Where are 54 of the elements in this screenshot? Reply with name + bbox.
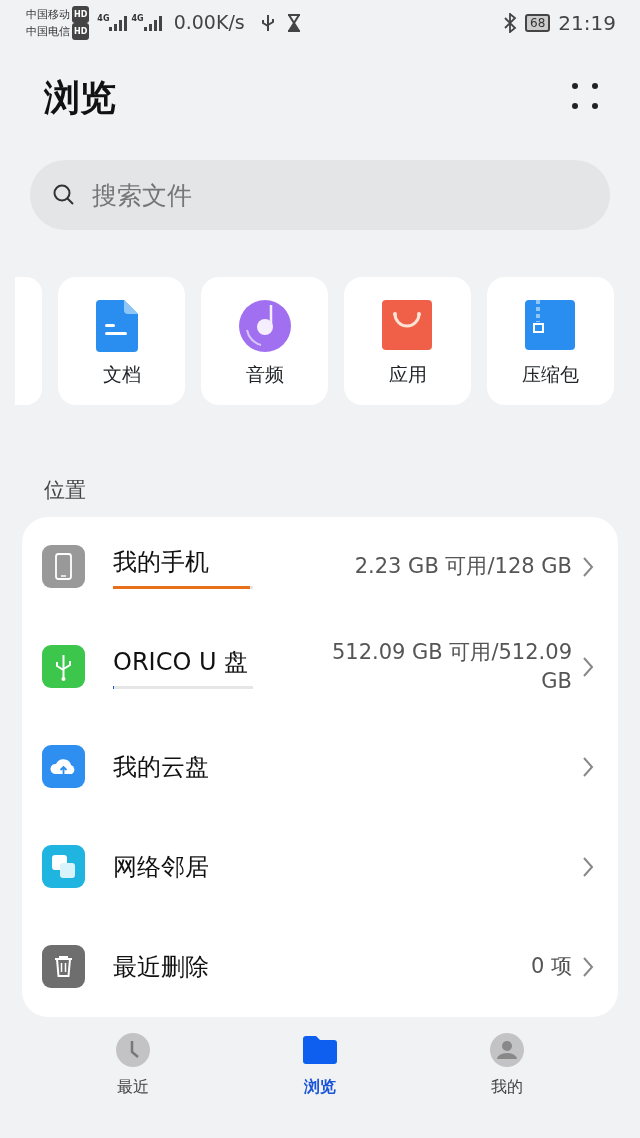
signal-icon bbox=[143, 14, 162, 31]
location-row[interactable]: 我的手机 2.23 GB 可用/128 GB bbox=[22, 516, 618, 617]
carrier-name: 中国移动 bbox=[26, 6, 70, 23]
phone-icon bbox=[42, 545, 85, 588]
location-name: ORICO U 盘 bbox=[113, 647, 250, 678]
hourglass-icon bbox=[286, 13, 301, 32]
zip-file-icon bbox=[524, 300, 577, 352]
nav-tab[interactable]: 浏览 bbox=[260, 1031, 380, 1100]
carrier-name: 中国电信 bbox=[26, 23, 70, 40]
chevron-right-icon bbox=[582, 655, 594, 678]
shopping-bag-icon bbox=[381, 300, 434, 352]
network-type-label: 4G bbox=[131, 14, 144, 23]
location-name: 我的手机 bbox=[113, 547, 210, 578]
clock-icon bbox=[116, 1032, 151, 1067]
usb-icon bbox=[260, 13, 275, 32]
signal-icon bbox=[109, 14, 128, 31]
overlapping-squares-icon bbox=[42, 845, 85, 888]
storage-detail: 0 项 bbox=[530, 953, 572, 980]
chevron-right-icon bbox=[582, 555, 594, 578]
location-name: 最近删除 bbox=[113, 951, 209, 983]
nav-tab[interactable]: 我的 bbox=[446, 1031, 567, 1100]
person-icon bbox=[489, 1032, 524, 1067]
category-card[interactable]: 压缩包 bbox=[487, 277, 614, 405]
trash-icon bbox=[42, 945, 85, 988]
storage-detail: 512.09 GB 可用/512.09 GB bbox=[330, 638, 572, 695]
search-icon bbox=[52, 183, 76, 207]
clock-time: 21:19 bbox=[558, 9, 616, 37]
music-disc-icon bbox=[238, 300, 291, 352]
network-speed: 0.00K/s bbox=[173, 10, 245, 36]
more-options-button[interactable] bbox=[570, 81, 600, 111]
usb-icon bbox=[42, 645, 85, 688]
nav-tab[interactable]: 最近 bbox=[73, 1031, 194, 1100]
section-heading: 位置 bbox=[43, 477, 87, 504]
search-field[interactable]: 搜索文件 bbox=[30, 160, 610, 230]
battery-indicator: 68 bbox=[525, 13, 551, 32]
hd-badge: HD bbox=[72, 22, 90, 40]
chevron-right-icon bbox=[582, 955, 594, 978]
location-row[interactable]: 我的云盘 bbox=[22, 716, 618, 817]
location-row[interactable]: ORICO U 盘 512.09 GB 可用/512.09 GB bbox=[22, 616, 618, 717]
chevron-right-icon bbox=[582, 855, 594, 878]
category-card[interactable]: 应用 bbox=[344, 277, 471, 405]
chevron-right-icon bbox=[582, 755, 594, 778]
location-name: 我的云盘 bbox=[113, 751, 209, 783]
bluetooth-icon bbox=[503, 12, 518, 33]
location-row[interactable]: 网络邻居 bbox=[22, 816, 618, 917]
page-title: 浏览 bbox=[44, 76, 116, 120]
hd-badge: HD bbox=[72, 5, 90, 23]
category-card[interactable]: 音频 bbox=[201, 277, 328, 405]
network-type-label: 4G bbox=[97, 14, 110, 23]
location-row[interactable]: 最近删除 0 项 bbox=[22, 916, 618, 1017]
cloud-icon bbox=[42, 745, 85, 788]
storage-detail: 2.23 GB 可用/128 GB bbox=[354, 553, 572, 580]
location-name: 网络邻居 bbox=[113, 851, 209, 883]
category-card[interactable]: 文档 bbox=[58, 277, 185, 405]
